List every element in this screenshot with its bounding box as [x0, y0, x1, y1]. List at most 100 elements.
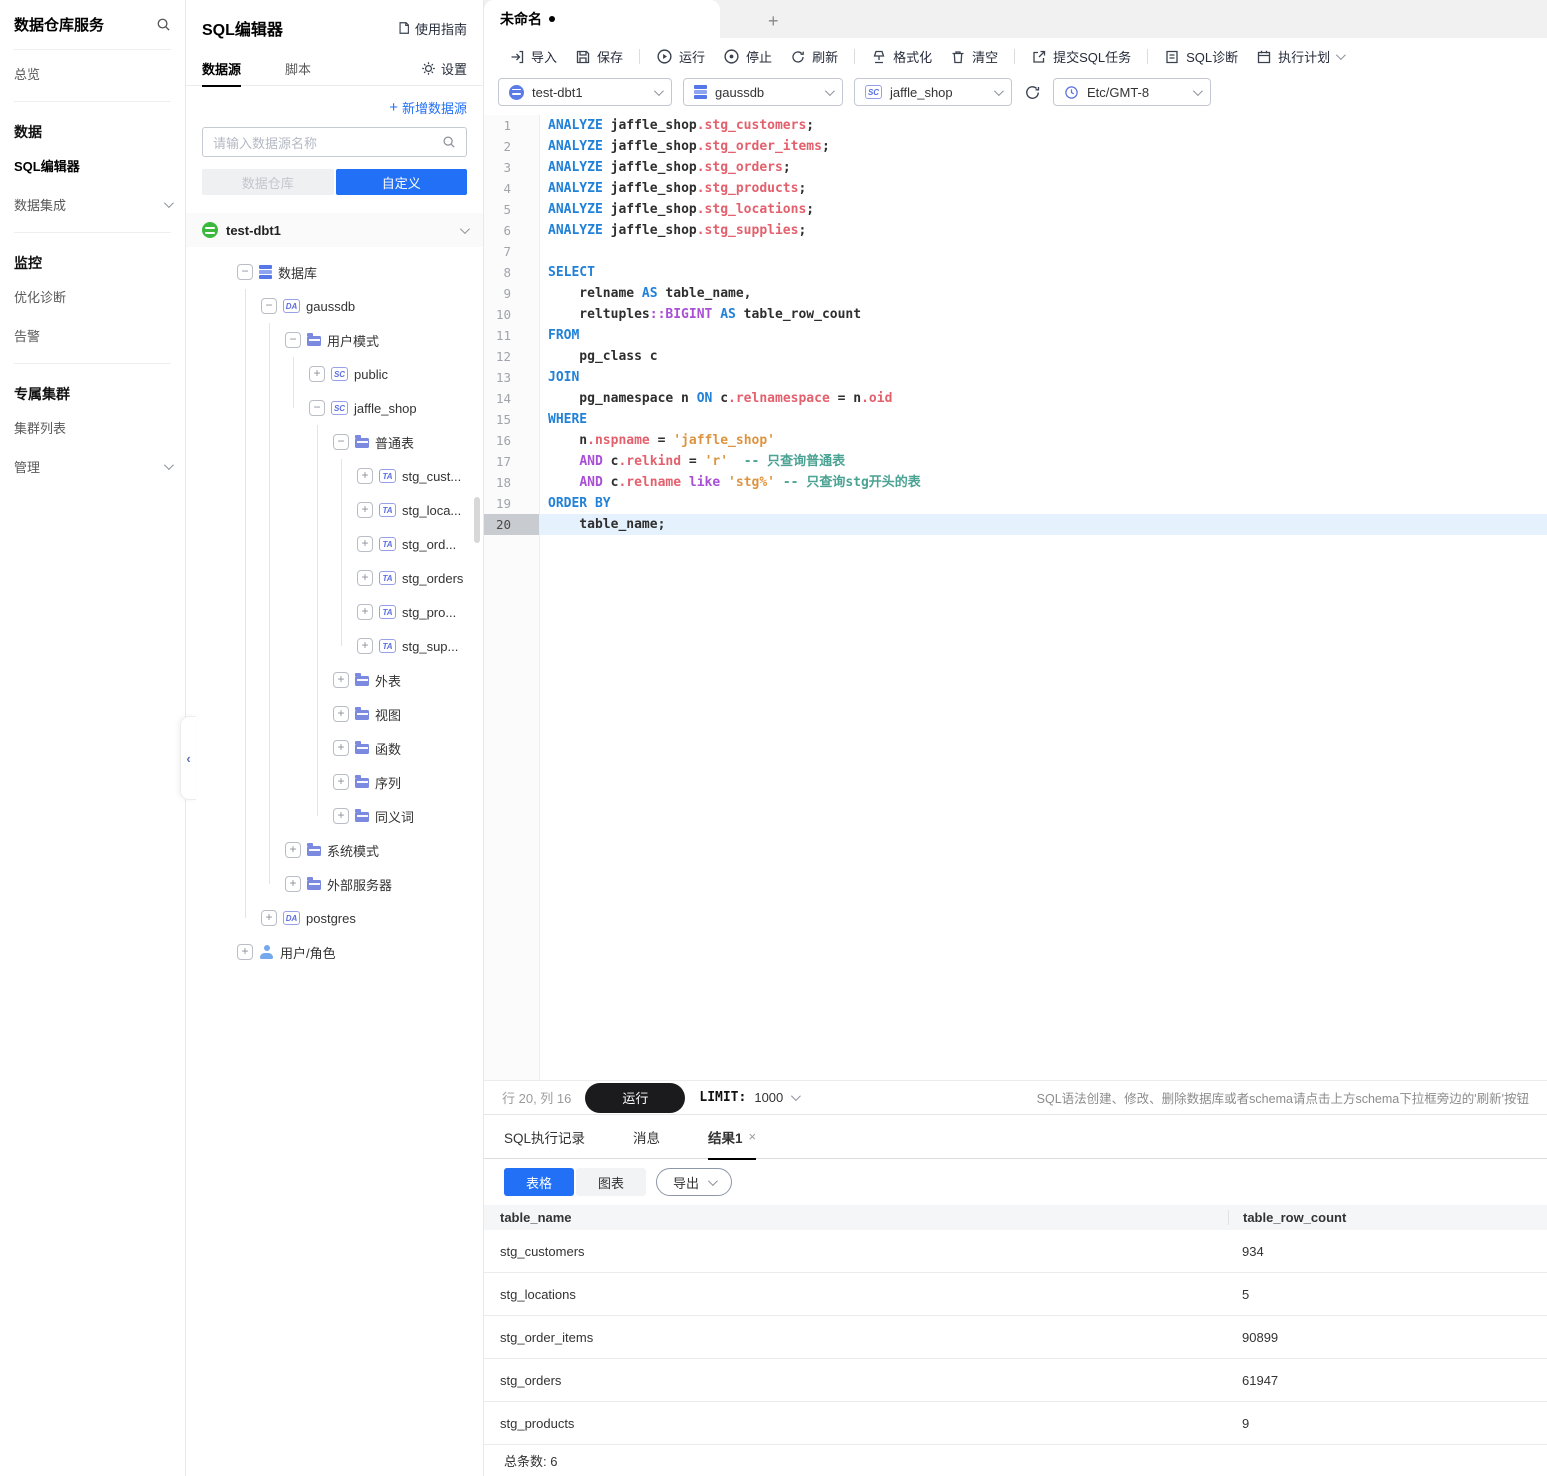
tree-expander[interactable]: +	[357, 468, 373, 484]
tree-expander[interactable]: +	[309, 366, 325, 382]
code-line[interactable]: ANALYZE jaffle_shop.stg_customers;	[540, 115, 1547, 136]
submit-sql-task-button[interactable]: 提交SQL任务	[1022, 44, 1140, 70]
tree-expander[interactable]: +	[333, 808, 349, 824]
tree-expander[interactable]: +	[357, 502, 373, 518]
tree-expander[interactable]: +	[333, 672, 349, 688]
sidebar-item-alerts[interactable]: 告警	[0, 316, 185, 355]
code-line[interactable]: SELECT	[540, 262, 1547, 283]
tree-item[interactable]: + TA stg_sup...	[186, 629, 483, 663]
tree-expander[interactable]: +	[333, 774, 349, 790]
tab-messages[interactable]: 消息	[633, 1115, 660, 1159]
code-line[interactable]: AND c.relname like 'stg%' -- 只查询stg开头的表	[540, 472, 1547, 493]
tree-item[interactable]: + 函数	[186, 731, 483, 765]
database-select[interactable]: gaussdb	[683, 78, 843, 106]
tree-item[interactable]: + 外部服务器	[186, 867, 483, 901]
table-row[interactable]: stg_customers 934	[484, 1230, 1547, 1273]
toggle-warehouse-button[interactable]: 数据仓库	[202, 169, 334, 195]
import-button[interactable]: 导入	[500, 44, 566, 70]
tree-expander[interactable]: +	[285, 842, 301, 858]
code-line[interactable]: ANALYZE jaffle_shop.stg_orders;	[540, 157, 1547, 178]
tree-expander[interactable]: −	[309, 400, 325, 416]
sql-diagnose-button[interactable]: SQL诊断	[1155, 44, 1247, 70]
sql-code-editor[interactable]: 1 2 3 4 5 6 7 8 9 10 11 12 13 14 15 16 17 18 19 20 ANALYZE …	[484, 115, 1547, 1080]
tree-item[interactable]: + TA stg_cust...	[186, 459, 483, 493]
sidebar-item-data-integration[interactable]: 数据集成	[0, 185, 185, 224]
code-line[interactable]: ANALYZE jaffle_shop.stg_supplies;	[540, 220, 1547, 241]
sidebar-item-overview[interactable]: 总览	[0, 54, 185, 93]
table-row[interactable]: stg_locations 5	[484, 1273, 1547, 1316]
tree-item[interactable]: + 序列	[186, 765, 483, 799]
tree-item[interactable]: + 用户/角色	[186, 935, 483, 969]
tree-expander[interactable]: +	[357, 638, 373, 654]
sidebar-item-management[interactable]: 管理	[0, 447, 185, 486]
close-icon[interactable]: ×	[749, 1129, 757, 1144]
connection-row[interactable]: test-dbt1	[186, 213, 483, 247]
panel-collapse-handle[interactable]: ‹	[180, 716, 196, 800]
tree-item[interactable]: + TA stg_ord...	[186, 527, 483, 561]
add-datasource-link[interactable]: + 新增数据源	[389, 98, 467, 117]
tree-item[interactable]: + 视图	[186, 697, 483, 731]
run-query-button[interactable]: 运行	[585, 1082, 686, 1113]
tree-item[interactable]: + SC public	[186, 357, 483, 391]
code-lines[interactable]: ANALYZE jaffle_shop.stg_customers; ANALYZ…	[540, 115, 1547, 1080]
tree-expander[interactable]: −	[261, 298, 277, 314]
timezone-select[interactable]: Etc/GMT-8	[1053, 78, 1211, 106]
sidebar-item-cluster-list[interactable]: 集群列表	[0, 408, 185, 447]
search-icon[interactable]	[156, 17, 171, 32]
tab-datasource[interactable]: 数据源	[202, 52, 242, 87]
tree-expander[interactable]: +	[285, 876, 301, 892]
code-line[interactable]: pg_class c	[540, 346, 1547, 367]
code-line[interactable]	[540, 241, 1547, 262]
code-line[interactable]: AND c.relkind = 'r' -- 只查询普通表	[540, 451, 1547, 472]
toggle-custom-button[interactable]: 自定义	[335, 169, 467, 195]
connection-select[interactable]: test-dbt1	[498, 78, 672, 106]
tree-expander[interactable]: +	[357, 570, 373, 586]
table-row[interactable]: stg_order_items 90899	[484, 1316, 1547, 1359]
code-line[interactable]: pg_namespace n ON c.relnamespace = n.oid	[540, 388, 1547, 409]
sidebar-item-sql-editor[interactable]: SQL编辑器	[0, 146, 185, 185]
user-guide-link[interactable]: 使用指南	[397, 19, 467, 38]
tree-expander[interactable]: −	[285, 332, 301, 348]
datasource-search-input[interactable]: 请输入数据源名称	[202, 127, 467, 157]
limit-select[interactable]: LIMIT: 1000	[699, 1090, 802, 1105]
tree-expander[interactable]: +	[261, 910, 277, 926]
tree-expander[interactable]: +	[357, 604, 373, 620]
settings-button[interactable]: 设置	[421, 59, 467, 78]
code-line[interactable]: FROM	[540, 325, 1547, 346]
tree-item[interactable]: − 普通表	[186, 425, 483, 459]
tree-item[interactable]: − DA gaussdb	[186, 289, 483, 323]
tree-item[interactable]: − 用户模式	[186, 323, 483, 357]
refresh-button[interactable]: 刷新	[781, 44, 847, 70]
code-line[interactable]: ORDER BY	[540, 493, 1547, 514]
view-table-button[interactable]: 表格	[504, 1168, 575, 1196]
tree-item[interactable]: − SC jaffle_shop	[186, 391, 483, 425]
code-line[interactable]: JOIN	[540, 367, 1547, 388]
clear-button[interactable]: 清空	[941, 44, 1007, 70]
tree-item[interactable]: + 系统模式	[186, 833, 483, 867]
tree-expander[interactable]: +	[357, 536, 373, 552]
tree-item[interactable]: + TA stg_orders	[186, 561, 483, 595]
format-button[interactable]: 格式化	[862, 44, 941, 70]
tree-item[interactable]: + TA stg_loca...	[186, 493, 483, 527]
new-tab-button[interactable]: +	[768, 12, 779, 30]
code-line[interactable]: reltuples::BIGINT AS table_row_count	[540, 304, 1547, 325]
code-line[interactable]: ANALYZE jaffle_shop.stg_products;	[540, 178, 1547, 199]
schema-select[interactable]: SC jaffle_shop	[854, 78, 1012, 106]
execution-plan-button[interactable]: 执行计划	[1247, 44, 1352, 70]
tree-expander[interactable]: +	[237, 944, 253, 960]
run-button[interactable]: 运行	[647, 44, 714, 70]
tab-sql-history[interactable]: SQL执行记录	[504, 1115, 585, 1159]
code-line[interactable]: n.nspname = 'jaffle_shop'	[540, 430, 1547, 451]
tree-expander[interactable]: −	[237, 264, 253, 280]
code-line[interactable]: table_name;	[540, 514, 1547, 535]
export-button[interactable]: 导出	[656, 1168, 733, 1196]
code-line[interactable]: WHERE	[540, 409, 1547, 430]
code-line[interactable]: relname AS table_name,	[540, 283, 1547, 304]
table-row[interactable]: stg_products 9	[484, 1402, 1547, 1445]
tree-expander[interactable]: +	[333, 740, 349, 756]
view-chart-button[interactable]: 图表	[576, 1168, 647, 1196]
tree-item[interactable]: − 数据库	[186, 255, 483, 289]
tree-item[interactable]: + 同义词	[186, 799, 483, 833]
tree-item[interactable]: + DA postgres	[186, 901, 483, 935]
tab-scripts[interactable]: 脚本	[285, 52, 311, 86]
